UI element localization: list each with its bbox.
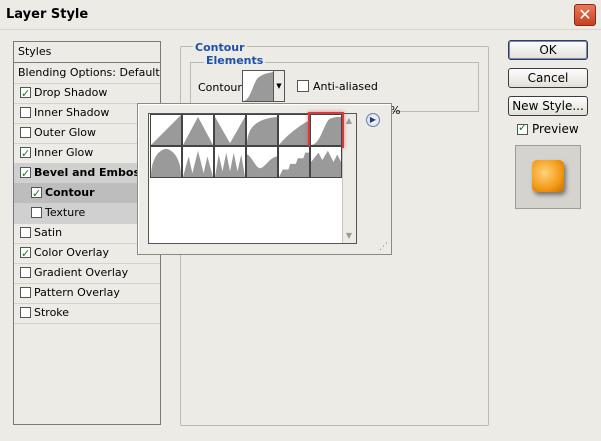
close-button[interactable]: ✕	[574, 4, 596, 26]
contour-preset-sawtooth[interactable]	[310, 146, 342, 178]
picker-scrollbar[interactable]	[342, 114, 356, 243]
style-checkbox[interactable]	[20, 307, 31, 318]
contour-preview-button[interactable]	[242, 70, 274, 102]
style-item-label: Pattern Overlay	[34, 286, 120, 299]
style-checkbox[interactable]	[20, 227, 31, 238]
elements-group-title: Elements	[204, 54, 266, 67]
style-item-label: Satin	[34, 226, 63, 239]
contour-gaussian-icon	[311, 116, 341, 145]
style-item-label: Drop Shadow	[34, 86, 108, 99]
arrow-right-icon: ▶	[369, 115, 377, 124]
contour-dropdown-arrow[interactable]: ▼	[273, 70, 285, 102]
preview-swatch	[532, 160, 564, 192]
style-item-gradient-overlay[interactable]: Gradient Overlay	[14, 263, 160, 284]
style-checkbox[interactable]	[20, 127, 31, 138]
contour-preset-cone-inverted[interactable]	[214, 114, 246, 146]
style-checkbox[interactable]	[31, 184, 42, 204]
new-style-button[interactable]: New Style...	[508, 96, 588, 116]
style-checkbox[interactable]	[20, 144, 31, 164]
resize-grip-icon[interactable]: ⋰	[379, 242, 390, 253]
contour-preset-rounded-steps[interactable]	[278, 146, 310, 178]
cancel-button[interactable]: Cancel	[508, 68, 588, 88]
contour-label: Contour:	[198, 81, 246, 94]
anti-aliased-label: Anti-aliased	[313, 80, 378, 93]
window-title: Layer Style	[6, 7, 89, 22]
style-checkbox[interactable]	[20, 107, 31, 118]
contour-preset-ring[interactable]	[182, 146, 214, 178]
contour-preset-cove-shallow[interactable]	[278, 114, 310, 146]
style-item-stroke[interactable]: Stroke	[14, 303, 160, 324]
style-item-label: Texture	[45, 206, 86, 219]
picker-menu-button[interactable]: ▶	[366, 113, 380, 127]
contour-preset-linear[interactable]	[150, 114, 182, 146]
style-item-label: Bevel and Emboss	[34, 166, 147, 179]
style-item-pattern-overlay[interactable]: Pattern Overlay	[14, 283, 160, 304]
style-item-label: Inner Glow	[34, 146, 94, 159]
contour-ring-double-icon	[215, 152, 245, 177]
styles-header[interactable]: Styles	[13, 41, 161, 63]
style-item-label: Gradient Overlay	[34, 266, 129, 279]
title-bar	[0, 0, 601, 30]
contour-preset-cone[interactable]	[182, 114, 214, 146]
style-item-label: Stroke	[34, 306, 70, 319]
style-checkbox[interactable]	[31, 207, 42, 218]
preview-checkbox[interactable]	[517, 121, 528, 135]
contour-preset-cove-deep[interactable]	[246, 114, 278, 146]
style-item-label: Outer Glow	[34, 126, 97, 139]
contour-cove-deep-icon	[247, 116, 277, 145]
contour-half-round-icon	[151, 148, 181, 177]
style-item-drop-shadow[interactable]: Drop Shadow	[14, 83, 160, 104]
scroll-up-icon[interactable]: ▲	[342, 114, 356, 128]
contour-rolling-slope-icon	[247, 154, 277, 177]
ok-button[interactable]: OK	[508, 40, 588, 60]
contour-ring-icon	[183, 150, 213, 177]
style-item-label: Color Overlay	[34, 246, 109, 259]
style-checkbox[interactable]	[20, 244, 31, 264]
anti-aliased-checkbox[interactable]	[297, 80, 309, 92]
style-checkbox[interactable]	[20, 84, 31, 104]
contour-rounded-steps-icon	[279, 152, 309, 177]
style-checkbox[interactable]	[20, 164, 31, 184]
contour-group-title: Contour	[193, 41, 247, 54]
style-item-label: Inner Shadow	[34, 106, 110, 119]
contour-cone-icon	[183, 116, 213, 145]
contour-preset-ring-double[interactable]	[214, 146, 246, 178]
style-checkbox[interactable]	[20, 267, 31, 278]
contour-preset-rolling-slope[interactable]	[246, 146, 278, 178]
contour-cove-shallow-icon	[279, 120, 309, 145]
scroll-down-icon[interactable]: ▼	[342, 229, 356, 243]
close-icon: ✕	[578, 5, 592, 24]
style-item-label: Contour	[45, 186, 95, 199]
contour-preset-gaussian[interactable]	[308, 112, 344, 148]
contour-linear-icon	[151, 115, 181, 145]
preview-label: Preview	[532, 122, 579, 136]
contour-sawtooth-icon	[311, 150, 341, 177]
contour-preview-icon	[243, 72, 273, 101]
style-item-blending-options-default[interactable]: Blending Options: Default	[14, 63, 160, 84]
style-checkbox[interactable]	[20, 287, 31, 298]
style-item-label: Blending Options: Default	[18, 66, 160, 79]
contour-cone-inverted-icon	[215, 116, 245, 145]
contour-preset-half-round[interactable]	[150, 146, 182, 178]
